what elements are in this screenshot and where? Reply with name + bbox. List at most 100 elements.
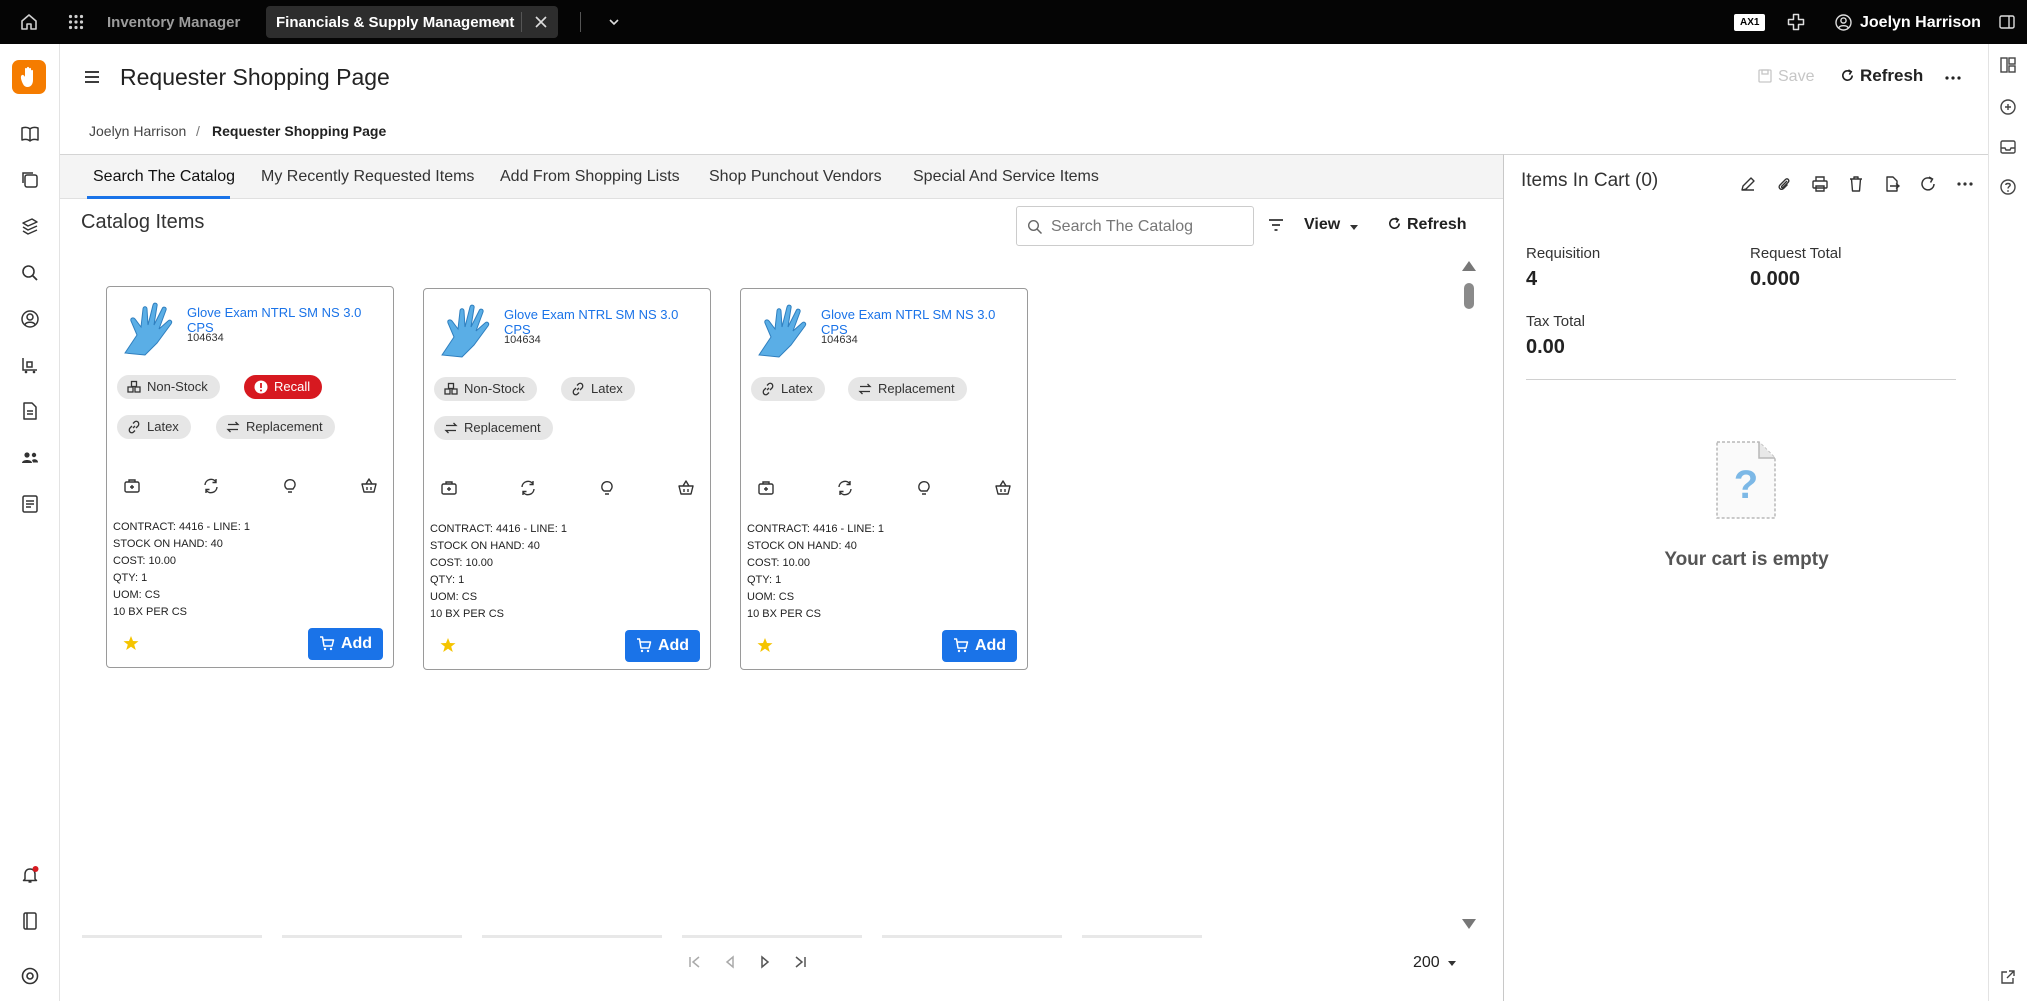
chevron-down-icon[interactable]	[494, 16, 508, 30]
substitute-cycle-icon[interactable]	[836, 479, 854, 497]
favorite-star-icon[interactable]	[123, 635, 139, 651]
help-icon[interactable]	[1999, 178, 2017, 196]
filter-icon[interactable]	[1268, 218, 1284, 232]
add-label: Add	[657, 637, 690, 654]
header-refresh-button[interactable]: Refresh	[1840, 66, 1923, 86]
item-name-link[interactable]: Glove Exam NTRL SM NS 3.0 CPS	[821, 307, 1021, 337]
lightbulb-icon[interactable]	[598, 479, 616, 497]
print-icon[interactable]	[1811, 175, 1829, 193]
view-dropdown[interactable]: View	[1304, 216, 1340, 234]
previous-page-icon[interactable]	[722, 954, 738, 970]
add-to-cart-button[interactable]: Add	[308, 628, 383, 660]
catalog-refresh-label: Refresh	[1407, 216, 1467, 233]
more-tabs-chevron-icon[interactable]	[607, 15, 621, 29]
add-to-kit-icon[interactable]	[440, 479, 458, 497]
scroll-down-arrow-icon[interactable]	[1462, 919, 1476, 929]
copy-stack-icon[interactable]	[20, 170, 40, 190]
apps-grid-icon[interactable]	[68, 14, 84, 30]
tab-recently-requested[interactable]: My Recently Requested Items	[261, 168, 474, 186]
substitute-cycle-icon[interactable]	[519, 479, 537, 497]
scrollbar-thumb[interactable]	[1464, 283, 1474, 309]
scroll-up-arrow-icon[interactable]	[1462, 261, 1476, 271]
next-page-icon[interactable]	[757, 954, 773, 970]
basket-icon[interactable]	[360, 477, 378, 495]
tab-search-catalog[interactable]: Search The Catalog	[93, 168, 235, 186]
tab-punchout-vendors[interactable]: Shop Punchout Vendors	[709, 168, 882, 186]
menu-hamburger-icon[interactable]	[84, 70, 100, 84]
requisition-value: 4	[1526, 268, 1538, 290]
tab-shopping-lists[interactable]: Add From Shopping Lists	[500, 168, 680, 186]
dashboard-layout-icon[interactable]	[1999, 56, 2017, 74]
catalog-search-field[interactable]	[1016, 206, 1254, 246]
users-group-icon[interactable]	[20, 448, 40, 468]
more-options-icon[interactable]	[1957, 182, 1973, 186]
app-name[interactable]: Inventory Manager	[107, 14, 240, 31]
svg-text:?: ?	[1734, 463, 1758, 507]
report-icon[interactable]	[20, 494, 40, 514]
inbox-icon[interactable]	[1999, 138, 2017, 156]
more-options-icon[interactable]	[1945, 76, 1961, 80]
layers-icon[interactable]	[20, 216, 40, 236]
tax-total-label: Tax Total	[1526, 313, 1585, 330]
caret-down-icon[interactable]	[1350, 225, 1358, 230]
user-name[interactable]: Joelyn Harrison	[1860, 14, 1981, 32]
settings-icon[interactable]	[20, 966, 40, 986]
unit-of-measure: UOM: CS	[747, 591, 795, 603]
add-to-cart-button[interactable]: Add	[942, 630, 1017, 662]
item-name-link[interactable]: Glove Exam NTRL SM NS 3.0 CPS	[504, 307, 704, 337]
substitute-cycle-icon[interactable]	[202, 477, 220, 495]
basket-icon[interactable]	[994, 479, 1012, 497]
document-list-icon[interactable]	[20, 401, 40, 421]
external-link-icon[interactable]	[1999, 968, 2017, 986]
notification-bell-icon[interactable]	[20, 865, 40, 885]
catalog-refresh-button[interactable]: Refresh	[1387, 216, 1467, 234]
catalog-search-input[interactable]	[1051, 216, 1247, 238]
medical-cross-icon[interactable]	[1787, 13, 1805, 31]
add-to-kit-icon[interactable]	[757, 479, 775, 497]
lightbulb-icon[interactable]	[281, 477, 299, 495]
app-logo[interactable]	[12, 60, 46, 94]
item-details: CONTRACT: 4416 - LINE: 1 STOCK ON HAND: …	[430, 521, 567, 623]
right-utility-rail	[1988, 44, 2027, 1001]
item-name-link[interactable]: Glove Exam NTRL SM NS 3.0 CPS	[187, 305, 387, 335]
tag-label: Replacement	[246, 419, 323, 434]
alert-icon	[254, 380, 268, 394]
basket-icon[interactable]	[677, 479, 695, 497]
chat-add-icon[interactable]	[1999, 98, 2017, 116]
user-icon[interactable]	[1835, 14, 1852, 31]
glove-product-image	[758, 304, 807, 358]
favorite-star-icon[interactable]	[440, 637, 456, 653]
breadcrumb-user[interactable]: Joelyn Harrison	[89, 123, 186, 139]
refresh-icon[interactable]	[1919, 175, 1937, 193]
tag-replacement: Replacement	[434, 416, 553, 440]
tax-total-value: 0.00	[1526, 336, 1565, 358]
save-button[interactable]: Save	[1758, 68, 1814, 86]
favorite-star-icon[interactable]	[757, 637, 773, 653]
unit-of-measure: UOM: CS	[113, 589, 161, 601]
last-page-icon[interactable]	[792, 954, 808, 970]
lightbulb-icon[interactable]	[915, 479, 933, 497]
home-icon[interactable]	[20, 13, 38, 31]
active-workspace-tab[interactable]: Financials & Supply Management	[266, 6, 558, 38]
warehouse-cart-icon[interactable]	[20, 355, 40, 375]
export-document-icon[interactable]	[1883, 175, 1901, 193]
tab-special-service-items[interactable]: Special And Service Items	[913, 168, 1099, 186]
hidden-row-divider	[82, 935, 1202, 938]
add-to-cart-button[interactable]: Add	[625, 630, 700, 662]
book-icon[interactable]	[20, 124, 40, 144]
catalog-panel: Search The Catalog My Recently Requested…	[60, 154, 1503, 1001]
catalog-scrollbar[interactable]	[1459, 259, 1479, 931]
add-to-kit-icon[interactable]	[123, 477, 141, 495]
first-page-icon[interactable]	[687, 954, 703, 970]
user-circle-icon[interactable]	[20, 309, 40, 329]
page-size-select[interactable]: 200	[1413, 954, 1440, 972]
search-icon[interactable]	[20, 263, 40, 283]
edit-icon[interactable]	[1739, 175, 1757, 193]
quantity: QTY: 1	[747, 574, 782, 586]
attachment-icon[interactable]	[1775, 175, 1793, 193]
delete-icon[interactable]	[1847, 175, 1865, 193]
close-icon[interactable]	[533, 14, 549, 30]
side-panel-toggle-icon[interactable]	[1999, 15, 2015, 29]
caret-down-icon[interactable]	[1448, 961, 1456, 966]
notebook-icon[interactable]	[20, 911, 40, 931]
